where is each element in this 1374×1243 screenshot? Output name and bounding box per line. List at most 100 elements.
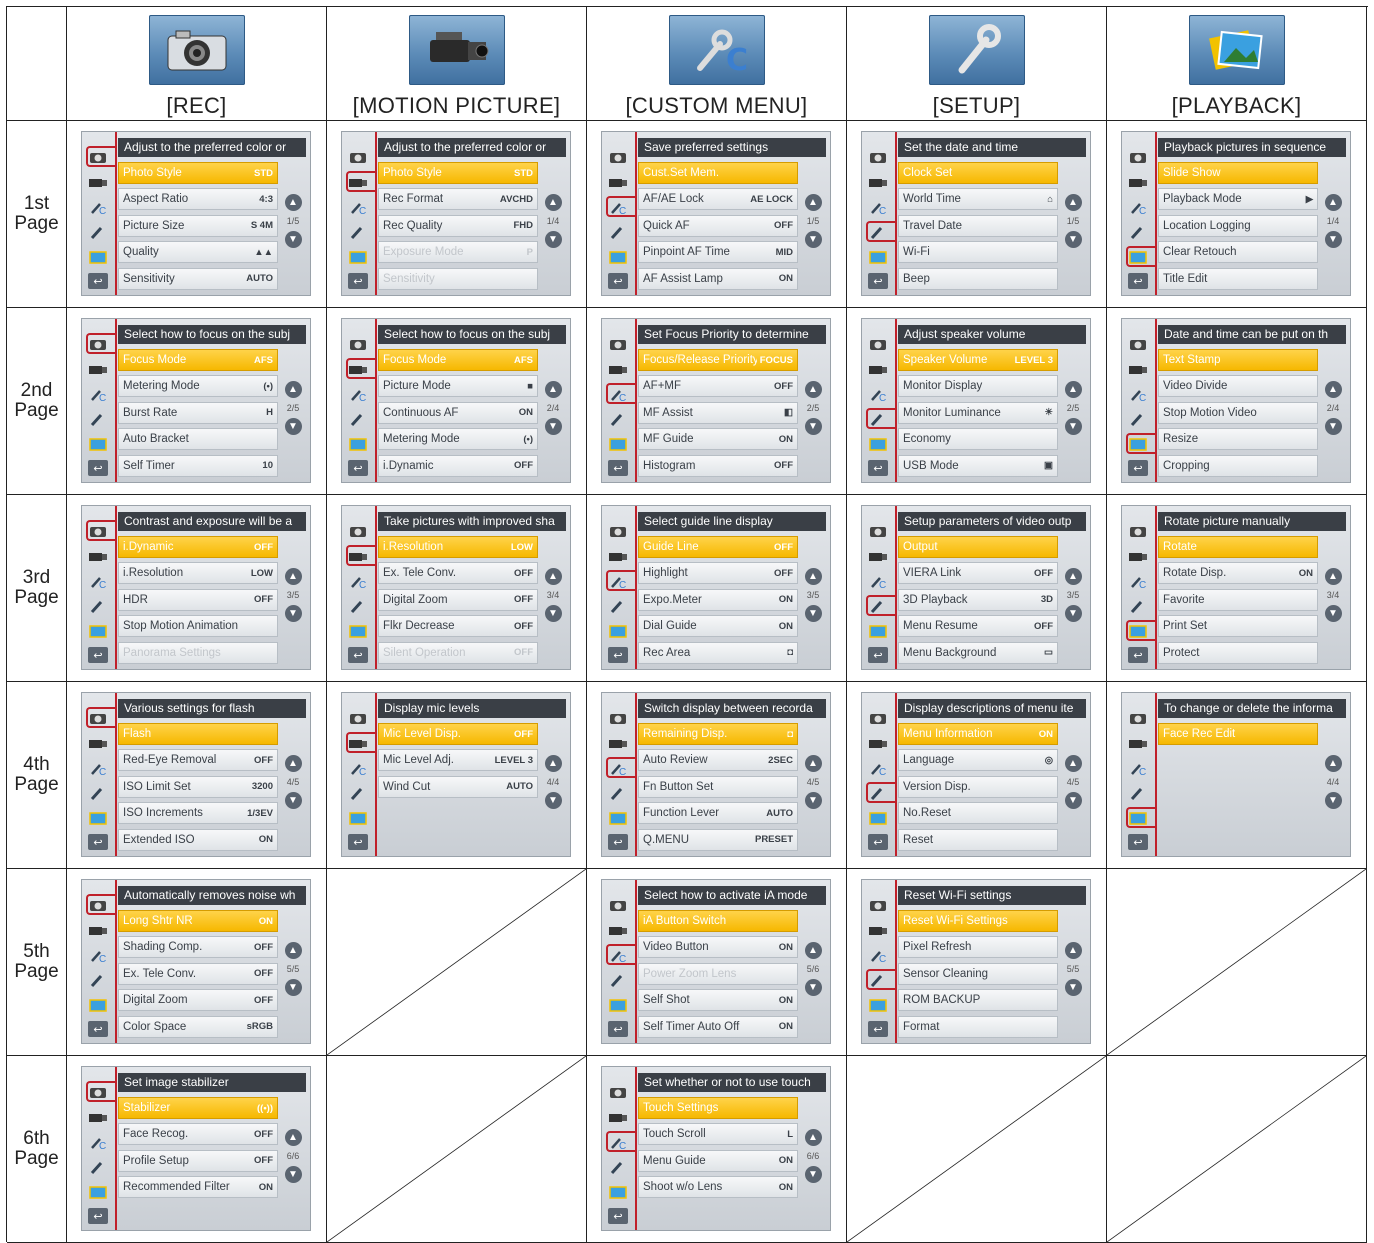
scroll-down-icon[interactable]: ▼ (284, 231, 302, 248)
menu-item[interactable]: Reset (898, 828, 1058, 851)
motion-tab-icon[interactable] (87, 547, 109, 565)
menu-scrollbar[interactable]: ▲ 4/5 ▼ (282, 755, 304, 819)
setup-tab-icon[interactable] (1127, 410, 1149, 428)
scroll-up-icon[interactable]: ▲ (1064, 942, 1082, 959)
playback-tab-icon[interactable] (87, 622, 109, 640)
menu-item[interactable]: MF Guide ON (638, 428, 798, 451)
scroll-up-icon[interactable]: ▲ (544, 568, 562, 585)
motion-tab-icon[interactable] (867, 173, 889, 191)
menu-item[interactable]: Guide Line OFF (638, 536, 798, 558)
scroll-down-icon[interactable]: ▼ (804, 231, 822, 248)
menu-scrollbar[interactable]: ▲ 3/4 ▼ (542, 568, 564, 632)
rec-tab-icon[interactable] (607, 1083, 629, 1101)
playback-tab-icon[interactable] (87, 809, 109, 827)
custom-tab-icon[interactable]: C (867, 946, 889, 964)
menu-item[interactable]: Histogram OFF (638, 454, 798, 477)
playback-tab-icon[interactable] (867, 996, 889, 1014)
menu-item[interactable]: Metering Mode (•) (118, 375, 278, 398)
scroll-down-icon[interactable]: ▼ (804, 418, 822, 435)
back-icon[interactable]: ↩ (868, 273, 888, 289)
menu-item[interactable]: Monitor Luminance ☀ (898, 401, 1058, 424)
playback-tab-icon[interactable] (607, 435, 629, 453)
scroll-up-icon[interactable]: ▲ (804, 381, 822, 398)
custom-tab-icon[interactable]: C (347, 385, 369, 403)
menu-item[interactable]: Photo Style STD (118, 162, 278, 184)
menu-item[interactable]: Q.MENU PRESET (638, 828, 798, 851)
motion-tab-icon[interactable] (87, 360, 109, 378)
menu-item[interactable]: ISO Limit Set 3200 (118, 775, 278, 798)
scroll-down-icon[interactable]: ▼ (1324, 792, 1342, 809)
scroll-down-icon[interactable]: ▼ (284, 979, 302, 996)
menu-item[interactable]: Cust.Set Mem. (638, 162, 798, 184)
back-icon[interactable]: ↩ (608, 273, 628, 289)
playback-tab-icon[interactable] (347, 248, 369, 266)
motion-tab-icon[interactable] (607, 1108, 629, 1126)
menu-item[interactable]: Auto Review 2SEC (638, 749, 798, 772)
setup-tab-icon[interactable] (87, 410, 109, 428)
menu-item[interactable]: Sensitivity (378, 267, 538, 290)
menu-item[interactable]: Mic Level Adj. LEVEL 3 (378, 749, 538, 772)
menu-item[interactable]: Picture Mode ■ (378, 375, 538, 398)
scroll-down-icon[interactable]: ▼ (804, 605, 822, 622)
custom-tab-icon[interactable]: C (867, 198, 889, 216)
menu-item[interactable]: Flkr Decrease OFF (378, 615, 538, 638)
playback-tab-icon[interactable] (87, 996, 109, 1014)
menu-item[interactable]: Remaining Disp. ◘ (638, 723, 798, 745)
motion-tab-icon[interactable] (867, 734, 889, 752)
setup-tab-icon[interactable] (347, 410, 369, 428)
menu-item[interactable]: Long Shtr NR ON (118, 910, 278, 932)
scroll-down-icon[interactable]: ▼ (1324, 231, 1342, 248)
menu-item[interactable]: iA Button Switch (638, 910, 798, 932)
setup-tab-icon[interactable] (347, 597, 369, 615)
menu-scrollbar[interactable]: ▲ 3/5 ▼ (282, 568, 304, 632)
menu-item[interactable]: VIERA Link OFF (898, 562, 1058, 585)
rec-tab-icon[interactable] (867, 148, 889, 166)
back-icon[interactable]: ↩ (348, 647, 368, 663)
menu-item[interactable]: Beep (898, 267, 1058, 290)
custom-tab-icon[interactable]: C (1127, 198, 1149, 216)
scroll-down-icon[interactable]: ▼ (804, 979, 822, 996)
custom-tab-icon[interactable]: C (867, 385, 889, 403)
menu-item[interactable]: Red-Eye Removal OFF (118, 749, 278, 772)
menu-scrollbar[interactable]: ▲ 4/5 ▼ (1062, 755, 1084, 819)
menu-scrollbar[interactable]: ▲ 1/5 ▼ (802, 194, 824, 258)
menu-item[interactable]: Auto Bracket (118, 428, 278, 451)
rec-tab-icon[interactable] (347, 148, 369, 166)
menu-item[interactable]: Stop Motion Video (1158, 401, 1318, 424)
menu-item[interactable]: Rotate Disp. ON (1158, 562, 1318, 585)
menu-item[interactable]: Fn Button Set (638, 775, 798, 798)
playback-tab-icon[interactable] (347, 435, 369, 453)
menu-item[interactable]: Quality ▲▲ (118, 241, 278, 264)
scroll-down-icon[interactable]: ▼ (1064, 979, 1082, 996)
scroll-up-icon[interactable]: ▲ (1324, 568, 1342, 585)
motion-tab-icon[interactable] (607, 734, 629, 752)
back-icon[interactable]: ↩ (868, 647, 888, 663)
menu-item[interactable]: Panorama Settings (118, 641, 278, 664)
motion-tab-icon[interactable] (87, 921, 109, 939)
scroll-up-icon[interactable]: ▲ (284, 381, 302, 398)
menu-item[interactable]: Shading Comp. OFF (118, 936, 278, 959)
motion-tab-icon[interactable] (867, 547, 889, 565)
setup-tab-icon[interactable] (607, 971, 629, 989)
menu-item[interactable]: Exposure Mode P (378, 241, 538, 264)
back-icon[interactable]: ↩ (868, 1021, 888, 1037)
back-icon[interactable]: ↩ (348, 834, 368, 850)
setup-tab-icon[interactable] (1127, 784, 1149, 802)
setup-tab-icon[interactable] (1127, 597, 1149, 615)
scroll-up-icon[interactable]: ▲ (284, 942, 302, 959)
back-icon[interactable]: ↩ (608, 1208, 628, 1224)
playback-tab-icon[interactable] (607, 996, 629, 1014)
back-icon[interactable]: ↩ (88, 460, 108, 476)
menu-item[interactable]: MF Assist ◧ (638, 401, 798, 424)
menu-scrollbar[interactable]: ▲ 3/5 ▼ (802, 568, 824, 632)
playback-tab-icon[interactable] (87, 1183, 109, 1201)
scroll-up-icon[interactable]: ▲ (284, 1129, 302, 1146)
scroll-down-icon[interactable]: ▼ (1064, 605, 1082, 622)
menu-item[interactable]: Stabilizer ((•)) (118, 1097, 278, 1119)
scroll-down-icon[interactable]: ▼ (544, 792, 562, 809)
menu-item[interactable]: Reset Wi-Fi Settings (898, 910, 1058, 932)
menu-item[interactable]: Continuous AF ON (378, 401, 538, 424)
rec-tab-icon[interactable] (867, 522, 889, 540)
menu-item[interactable]: Function Lever AUTO (638, 802, 798, 825)
custom-tab-icon[interactable]: C (347, 198, 369, 216)
